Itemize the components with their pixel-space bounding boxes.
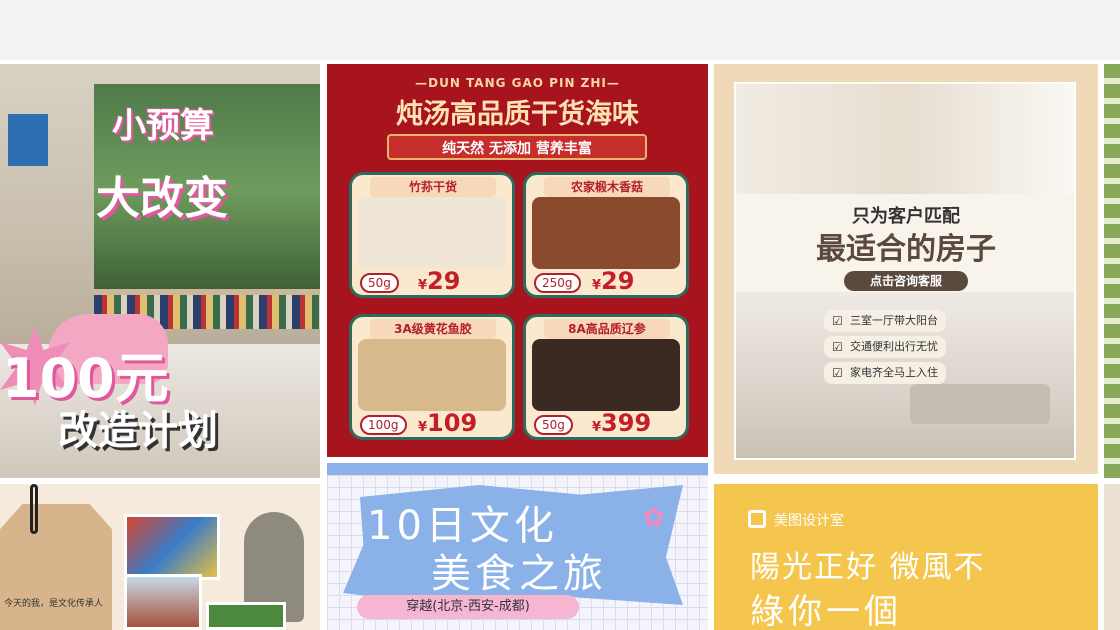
handwritten-note: 今天的我，是文化传承人	[4, 599, 104, 609]
product-image	[532, 339, 680, 411]
headline-big-change: 大改变	[96, 173, 228, 224]
scalloped-band	[327, 463, 708, 475]
temple-photo	[124, 574, 202, 630]
kraft-tag	[0, 504, 112, 630]
poem-line2: 綠你一個	[750, 592, 902, 630]
price-value: 29	[601, 267, 635, 295]
product-price: ¥29	[418, 267, 460, 295]
flower-icon: ✿	[643, 503, 665, 533]
product-image	[532, 197, 680, 269]
template-card-house[interactable]: 只为客户匹配 最适合的房子 点击咨询客服 三室一厅带大阳台 交通便利出行无忧 家…	[714, 64, 1098, 474]
price-value: 399	[601, 409, 652, 437]
currency-symbol: ¥	[592, 278, 602, 293]
headline-plan: 改造计划	[58, 408, 218, 454]
product-image	[358, 197, 506, 269]
product-card: 3A级黄花鱼胶 100g ¥109	[349, 314, 515, 440]
product-card: 农家椴木香菇 250g ¥29	[523, 172, 689, 298]
garden-photo	[206, 602, 286, 630]
template-card-culture-trip[interactable]: 10日文化 美食之旅 ✿ 穿越(北京-西安-成都)	[327, 463, 708, 630]
template-card-partial-right[interactable]	[1104, 64, 1120, 478]
product-card: 竹荪干货 50g ¥29	[349, 172, 515, 298]
product-price: ¥29	[592, 267, 634, 295]
poem-line1: 陽光正好 微風不	[750, 550, 986, 585]
product-weight: 50g	[360, 273, 399, 293]
currency-symbol: ¥	[418, 420, 428, 435]
template-card-seafood[interactable]: —DUN TANG GAO PIN ZHI— 炖汤高品质干货海味 纯天然 无添加…	[327, 64, 708, 457]
product-price: ¥109	[418, 409, 477, 437]
product-weight: 250g	[534, 273, 581, 293]
seafood-title: 炖汤高品质干货海味	[396, 99, 639, 130]
template-card-sunny[interactable]: 美图设计室 陽光正好 微風不 綠你一個	[714, 484, 1098, 630]
product-weight: 50g	[534, 415, 573, 435]
wall-poster	[8, 114, 48, 166]
template-card-room-makeover[interactable]: 小预算 大改变 100元 改造计划	[0, 64, 320, 478]
price-value: 109	[427, 409, 478, 437]
product-name: 竹荪干货	[370, 177, 496, 197]
tag-string	[30, 484, 38, 534]
product-name: 3A级黄花鱼胶	[370, 319, 496, 339]
price-value: 29	[427, 267, 461, 295]
currency-symbol: ¥	[418, 278, 428, 293]
currency-symbol: ¥	[592, 420, 602, 435]
template-card-partial-bottom-right[interactable]	[1104, 484, 1120, 630]
trip-title-line2: 美食之旅	[431, 551, 607, 597]
pinyin-subtitle: —DUN TANG GAO PIN ZHI—	[415, 76, 620, 90]
white-frame	[734, 82, 1076, 460]
top-bar	[0, 0, 1120, 60]
product-weight: 100g	[360, 415, 407, 435]
street-photo	[124, 514, 220, 580]
ribbon-text: 纯天然 无添加 营养丰富	[442, 141, 592, 157]
brand-name: 美图设计室	[774, 513, 844, 529]
product-name: 8A高品质辽参	[544, 319, 670, 339]
route-pill: 穿越(北京-西安-成都)	[357, 595, 579, 619]
template-card-travel-notes[interactable]: 今天的我，是文化传承人	[0, 484, 320, 630]
product-image	[358, 339, 506, 411]
product-card: 8A高品质辽参 50g ¥399	[523, 314, 689, 440]
grid-logo-icon	[748, 510, 766, 528]
product-price: ¥399	[592, 409, 651, 437]
product-name: 农家椴木香菇	[544, 177, 670, 197]
headline-small-budget: 小预算	[112, 106, 214, 146]
